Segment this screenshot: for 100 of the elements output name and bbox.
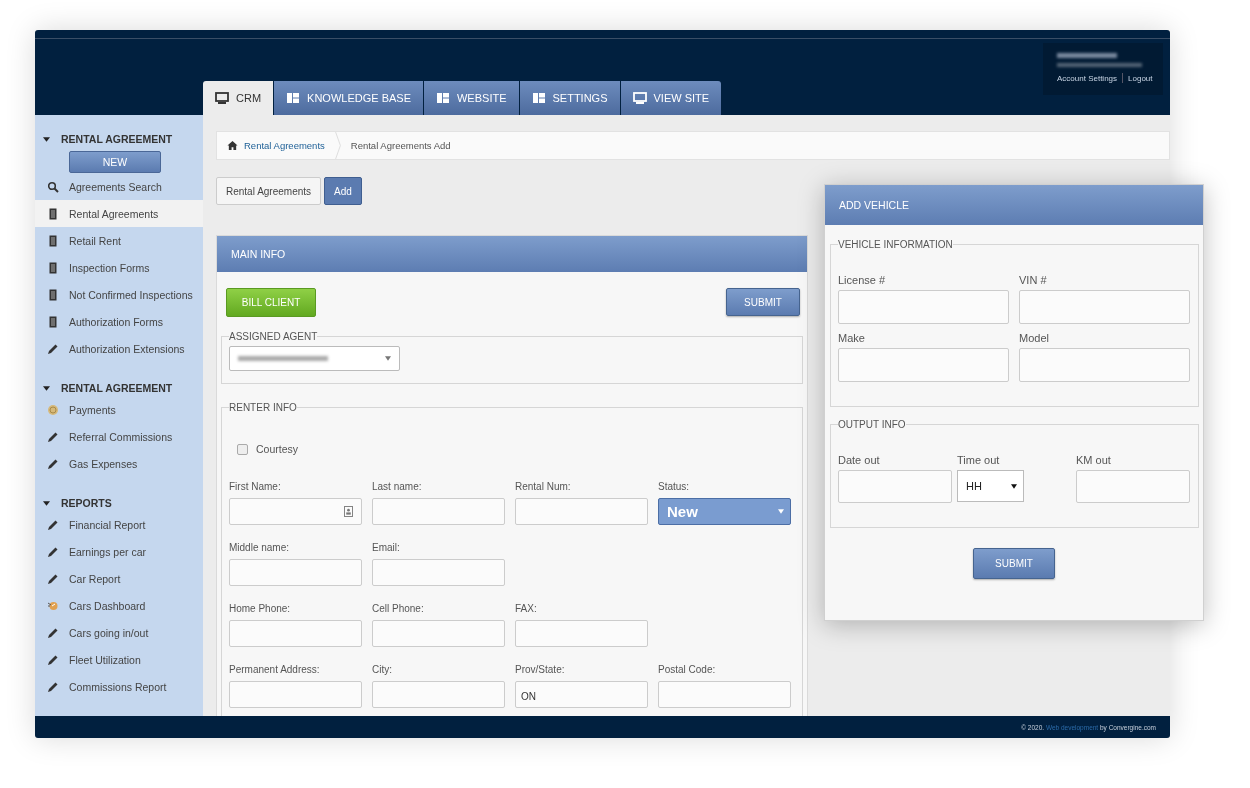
field-label: Permanent Address: bbox=[229, 664, 321, 675]
input-field[interactable] bbox=[372, 681, 505, 708]
agent-select[interactable] bbox=[229, 346, 400, 371]
field-label: Model bbox=[1019, 332, 1050, 344]
field-label: Middle name: bbox=[229, 542, 291, 553]
checkbox[interactable] bbox=[237, 443, 248, 455]
field-label: First Name: bbox=[229, 481, 282, 492]
field-label: Postal Code: bbox=[658, 664, 717, 675]
sidebar-item[interactable]: Earnings per car bbox=[35, 538, 203, 565]
sidebar-item[interactable]: Agreements Search bbox=[35, 173, 203, 200]
document-icon bbox=[47, 234, 59, 247]
nav-tab[interactable]: CRM bbox=[203, 81, 274, 115]
nav-tab[interactable]: KNOWLEDGE BASE bbox=[274, 81, 423, 115]
triangle-icon[interactable] bbox=[43, 499, 50, 507]
input-field[interactable] bbox=[1076, 470, 1190, 503]
triangle-icon[interactable] bbox=[43, 135, 50, 143]
pencil-icon bbox=[47, 545, 59, 558]
sidebar-item[interactable]: Rental Agreements bbox=[35, 200, 203, 227]
field-label: Status: bbox=[658, 481, 691, 492]
monitor-icon bbox=[215, 92, 229, 104]
layout-icon bbox=[531, 92, 546, 104]
sidebar-item[interactable]: Authorization Forms bbox=[35, 308, 203, 335]
field-label: Date out bbox=[838, 454, 881, 466]
fieldset-legend: VEHICLE INFORMATION bbox=[838, 239, 953, 250]
input-field[interactable] bbox=[1019, 348, 1190, 382]
document-icon bbox=[47, 288, 59, 301]
document-icon bbox=[47, 315, 59, 328]
dashboard-icon bbox=[47, 599, 59, 612]
section-title: RENTAL AGREEMENT bbox=[61, 382, 173, 394]
pencil-icon bbox=[47, 342, 59, 355]
pencil-icon bbox=[47, 572, 59, 585]
field-label: Home Phone: bbox=[229, 603, 292, 614]
input-field[interactable]: ON bbox=[515, 681, 648, 708]
field-label: Prov/State: bbox=[515, 664, 566, 675]
input-field[interactable] bbox=[515, 620, 648, 647]
breadcrumb-current: Rental Agreements Add bbox=[350, 140, 451, 151]
pencil-icon bbox=[47, 430, 59, 443]
fieldset-legend: OUTPUT INFO bbox=[838, 419, 906, 430]
field-label: Last name: bbox=[372, 481, 423, 492]
select-field[interactable]: HH bbox=[957, 470, 1024, 502]
sidebar-item[interactable]: Not Confirmed Inspections bbox=[35, 281, 203, 308]
sidebar-item[interactable]: Authorization Extensions bbox=[35, 335, 203, 362]
pencil-icon bbox=[47, 626, 59, 639]
section-title: REPORTS bbox=[61, 497, 112, 509]
field-label: Rental Num: bbox=[515, 481, 572, 492]
input-field[interactable] bbox=[515, 498, 648, 525]
page-button[interactable]: Add bbox=[324, 177, 362, 205]
sidebar-item[interactable]: Fleet Utilization bbox=[35, 646, 203, 673]
monitor-icon bbox=[632, 92, 647, 104]
nav-tab[interactable]: WEBSITE bbox=[424, 81, 519, 115]
document-icon bbox=[47, 207, 59, 220]
input-field[interactable] bbox=[229, 620, 362, 647]
contact-card-icon bbox=[344, 506, 353, 517]
user-menu-link[interactable]: Logout bbox=[1128, 73, 1153, 83]
sidebar-item[interactable]: Financial Report bbox=[35, 511, 203, 538]
sidebar-item[interactable]: Gas Expenses bbox=[35, 450, 203, 477]
sidebar-item[interactable]: Cars Dashboard bbox=[35, 592, 203, 619]
caret-icon bbox=[1011, 483, 1017, 489]
field-label: Make bbox=[838, 332, 866, 344]
input-field[interactable] bbox=[658, 681, 791, 708]
page-button[interactable]: Rental Agreements bbox=[216, 177, 322, 205]
user-menu-link[interactable]: Account Settings bbox=[1057, 73, 1118, 83]
nav-tab[interactable]: SETTINGS bbox=[519, 81, 620, 115]
field-label: FAX: bbox=[515, 603, 538, 614]
triangle-icon[interactable] bbox=[43, 384, 50, 392]
breadcrumb-link[interactable]: Rental Agreements bbox=[244, 140, 325, 151]
checkbox-label: Courtesy bbox=[256, 443, 298, 455]
sidebar-item[interactable]: Commissions Report bbox=[35, 673, 203, 700]
caret-icon bbox=[778, 509, 784, 514]
input-field[interactable] bbox=[838, 470, 952, 503]
sidebar-item[interactable]: Referral Commissions bbox=[35, 423, 203, 450]
field-label: License # bbox=[838, 274, 887, 286]
input-field[interactable] bbox=[838, 290, 1009, 324]
panel-title: MAIN INFO bbox=[217, 236, 807, 272]
fieldset-legend: ASSIGNED AGENT bbox=[229, 331, 318, 342]
input-field[interactable] bbox=[229, 498, 362, 525]
field-label: City: bbox=[372, 664, 393, 675]
input-field[interactable] bbox=[1019, 290, 1190, 324]
input-field[interactable] bbox=[372, 620, 505, 647]
field-label: VIN # bbox=[1019, 274, 1048, 286]
fieldset-legend: RENTER INFO bbox=[229, 402, 297, 413]
sidebar-item[interactable]: Inspection Forms bbox=[35, 254, 203, 281]
input-field[interactable] bbox=[372, 498, 505, 525]
field-label: Email: bbox=[372, 542, 401, 553]
input-field[interactable] bbox=[838, 348, 1009, 382]
sidebar-item[interactable]: Car Report bbox=[35, 565, 203, 592]
nav-tab[interactable]: VIEW SITE bbox=[620, 81, 722, 115]
sidebar-item[interactable]: Cars going in/out bbox=[35, 619, 203, 646]
input-field[interactable] bbox=[229, 559, 362, 586]
document-icon bbox=[47, 261, 59, 274]
sidebar-item[interactable]: Retail Rent bbox=[35, 227, 203, 254]
sidebar-item[interactable]: Payments bbox=[35, 396, 203, 423]
pencil-icon bbox=[47, 457, 59, 470]
layout-icon bbox=[436, 92, 450, 104]
input-field[interactable] bbox=[229, 681, 362, 708]
field-label: KM out bbox=[1076, 454, 1112, 466]
blurred-user-name bbox=[1057, 53, 1117, 58]
input-field[interactable] bbox=[372, 559, 505, 586]
home-icon[interactable] bbox=[227, 140, 238, 151]
pencil-icon bbox=[47, 653, 59, 666]
